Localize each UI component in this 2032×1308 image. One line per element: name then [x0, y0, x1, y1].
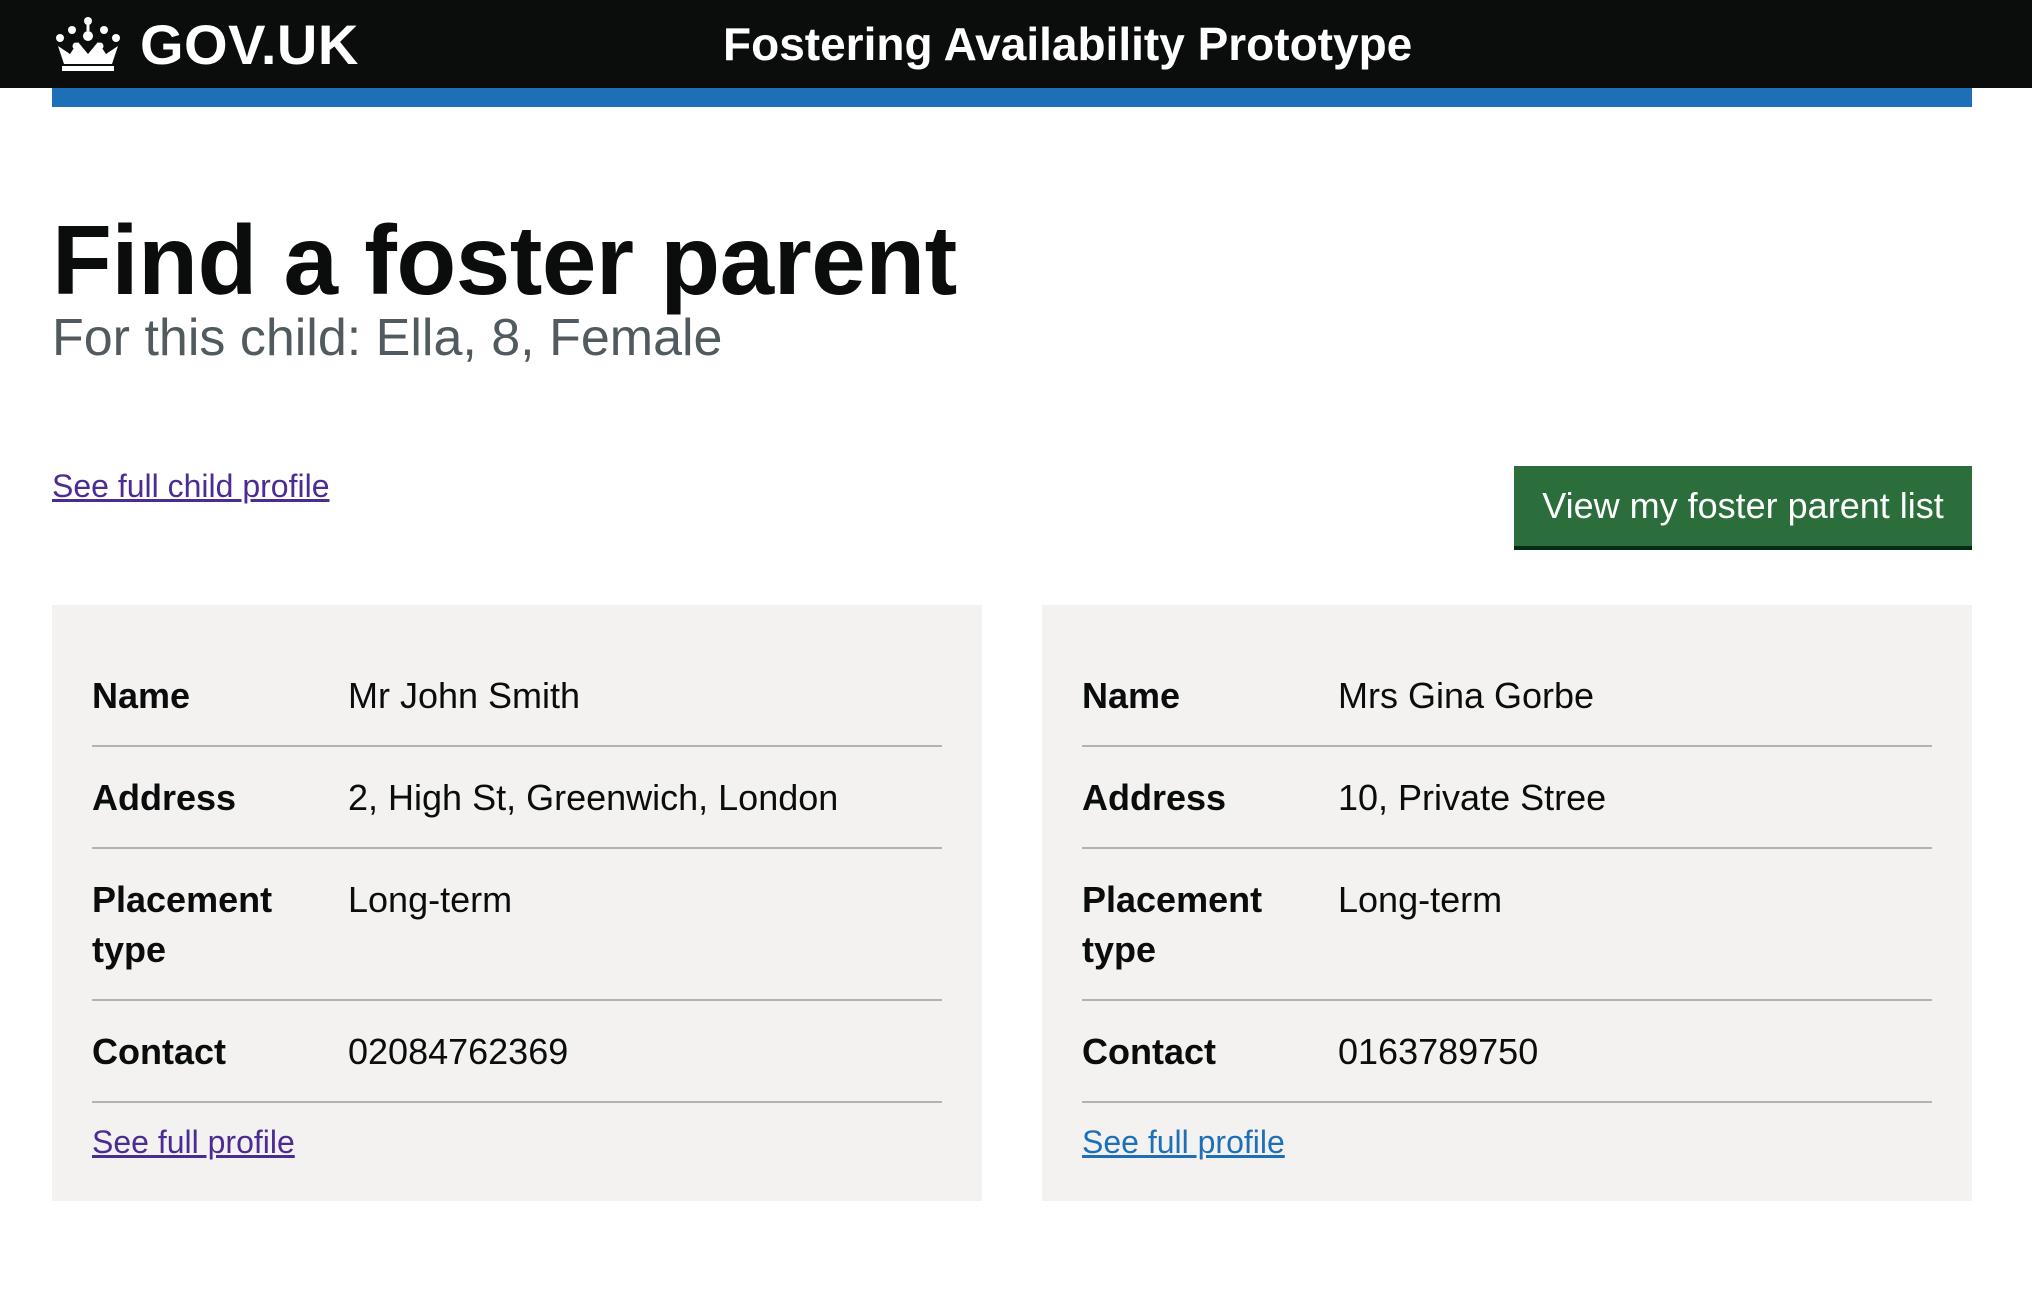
- summary-row-address: Address 2, High St, Greenwich, London: [92, 747, 942, 849]
- summary-key: Placement type: [92, 879, 273, 970]
- page-title: Find a foster parent: [52, 205, 957, 315]
- summary-list: Name Mrs Gina Gorbe Address 10, Private …: [1082, 645, 1932, 1103]
- see-full-profile-link[interactable]: See full profile: [1082, 1120, 1285, 1164]
- see-full-child-profile-link[interactable]: See full child profile: [52, 464, 329, 508]
- summary-row-contact: Contact 0163789750: [1082, 1001, 1932, 1103]
- page-caption: For this child: Ella, 8, Female: [52, 309, 723, 367]
- summary-key: Contact: [92, 1031, 226, 1072]
- summary-value: Long-term: [348, 879, 513, 920]
- summary-key: Name: [1082, 675, 1181, 716]
- service-name[interactable]: Fostering Availability Prototype: [723, 12, 1412, 76]
- summary-row-name: Name Mr John Smith: [92, 645, 942, 747]
- summary-value: 02084762369: [348, 1031, 569, 1072]
- summary-row-placement-type: Placement type Long-term: [92, 849, 942, 1001]
- summary-row-contact: Contact 02084762369: [92, 1001, 942, 1103]
- summary-value: 10, Private Stree: [1338, 777, 1607, 818]
- summary-value: Mr John Smith: [348, 675, 581, 716]
- logo-text: GOV.UK: [140, 12, 359, 76]
- summary-key: Address: [1082, 777, 1227, 818]
- foster-parent-card: Name Mr John Smith Address 2, High St, G…: [52, 605, 982, 1201]
- foster-parent-card: Name Mrs Gina Gorbe Address 10, Private …: [1042, 605, 1972, 1201]
- summary-key: Placement type: [1082, 879, 1263, 970]
- summary-value: 2, High St, Greenwich, London: [348, 777, 839, 818]
- header-accent-bar: [52, 88, 1972, 107]
- summary-list: Name Mr John Smith Address 2, High St, G…: [92, 645, 942, 1103]
- view-foster-parent-list-button[interactable]: View my foster parent list: [1514, 466, 1972, 546]
- summary-value: Long-term: [1338, 879, 1503, 920]
- govuk-header: GOV.UK Fostering Availability Prototype: [0, 0, 2032, 88]
- govuk-logo-link[interactable]: GOV.UK: [52, 8, 359, 80]
- summary-key: Contact: [1082, 1031, 1216, 1072]
- summary-key: Name: [92, 675, 191, 716]
- summary-row-address: Address 10, Private Stree: [1082, 747, 1932, 849]
- summary-row-placement-type: Placement type Long-term: [1082, 849, 1932, 1001]
- summary-value: 0163789750: [1338, 1031, 1539, 1072]
- summary-row-name: Name Mrs Gina Gorbe: [1082, 645, 1932, 747]
- summary-value: Mrs Gina Gorbe: [1338, 675, 1595, 716]
- crown-icon: [56, 17, 120, 71]
- summary-key: Address: [92, 777, 237, 818]
- see-full-profile-link[interactable]: See full profile: [92, 1120, 295, 1164]
